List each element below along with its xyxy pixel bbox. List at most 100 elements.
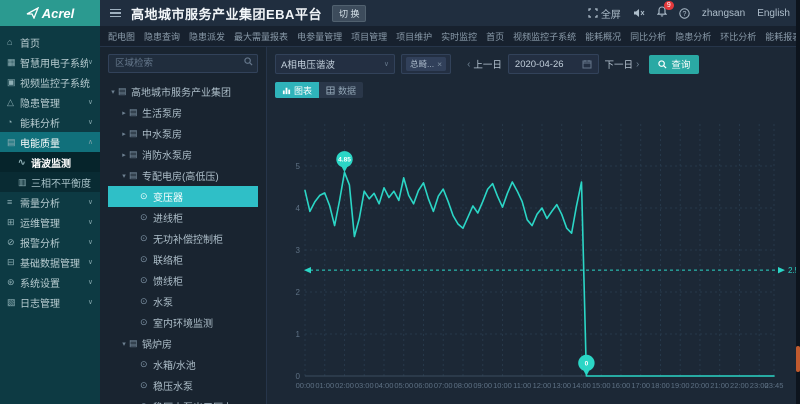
chevron-icon: ∨ [88,58,93,66]
tab-项目维护[interactable]: 项目维护 [396,30,432,43]
tree-node-进线柜[interactable]: ⊙进线柜 [108,207,258,228]
x-tick-label: 18:00 [651,381,670,390]
tree-node-稳压水泵[interactable]: ⊙稳压水泵 [108,375,258,396]
date-picker[interactable]: 2020-04-26 [508,54,599,74]
chevron-icon: ∨ [88,278,93,286]
tree-expand-icon[interactable]: ▾ [108,88,118,96]
base-data-icon: ⊟ [7,257,20,268]
x-tick-label: 10:00 [493,381,512,390]
sidebar-item-电能质量[interactable]: ▤电能质量∧ [0,132,100,152]
tab-实时监控[interactable]: 实时监控 [441,30,477,43]
help-button[interactable]: ? [679,8,690,19]
x-tick-label: 05:00 [394,381,413,390]
line-chart-svg[interactable]: 01234500:0001:0002:0003:0004:0005:0006:0… [275,98,800,398]
scrollbar-thumb[interactable] [796,346,800,372]
fullscreen-button[interactable]: 全屏 [588,6,621,21]
tree-node-稳压水泵出口压力[interactable]: ⊙稳压水泵出口压力 [108,396,258,404]
page-title: 高地城市服务产业集团EBA平台 [131,4,322,23]
username[interactable]: zhangsan [702,8,745,19]
tree-expand-icon[interactable]: ▾ [119,340,129,348]
tab-能耗概况[interactable]: 能耗概况 [585,30,621,43]
tree-node-室内环境监测[interactable]: ⊙室内环境监测 [108,312,258,333]
sidebar-item-需量分析[interactable]: ≡需量分析∨ [0,192,100,212]
tab-视频监控子系统[interactable]: 视频监控子系统 [513,30,576,43]
marker-value-label: 0 [585,360,589,367]
tree-node-变压器[interactable]: ⊙变压器 [108,186,258,207]
data-view-button[interactable]: 数据 [319,82,363,98]
sidebar-subitem-谐波监测[interactable]: ∿谐波监测 [0,152,100,172]
chevron-icon: ∨ [88,98,93,106]
chart-view-label: 图表 [294,84,312,97]
sidebar-item-运维管理[interactable]: ⊞运维管理∨ [0,212,100,232]
sidebar-item-日志管理[interactable]: ▧日志管理∨ [0,292,100,312]
region-search-input[interactable] [108,54,258,73]
x-tick-label: 13:00 [552,381,571,390]
tree-node-锅炉房[interactable]: ▾▤锅炉房 [108,333,258,354]
tab-隐患分析[interactable]: 隐患分析 [675,30,711,43]
acrel-logo[interactable]: Acrel [0,0,100,26]
tree-node-消防水泵房[interactable]: ▸▤消防水泵房 [108,144,258,165]
tab-能耗报表[interactable]: 能耗报表 [765,30,800,43]
tree-expand-icon[interactable]: ▸ [119,130,129,138]
tree-node-水泵[interactable]: ⊙水泵 [108,291,258,312]
sidebar-item-报警分析[interactable]: ⊘报警分析∨ [0,232,100,252]
switch-button[interactable]: 切 换 [332,5,367,22]
chevron-icon: ∨ [88,238,93,246]
tree-node-label: 稳压水泵 [153,378,193,393]
tree-node-无功补偿控制柜[interactable]: ⊙无功补偿控制柜 [108,228,258,249]
x-tick-label: 02:00 [335,381,354,390]
chart-view-button[interactable]: 图表 [275,82,319,98]
tab-隐患派发[interactable]: 隐患派发 [189,30,225,43]
sidebar-item-隐患管理[interactable]: △隐患管理∨ [0,92,100,112]
x-tick-label: 23:45 [765,381,784,390]
tree-node-高地城市服务产业集团[interactable]: ▾▤高地城市服务产业集团 [108,81,258,102]
tab-同比分析[interactable]: 同比分析 [630,30,666,43]
sidebar-item-智慧用电子系统[interactable]: ▦智慧用电子系统∨ [0,52,100,72]
language-switch[interactable]: English [757,8,790,19]
tree-node-label: 消防水泵房 [142,147,192,162]
sidebar-item-首页[interactable]: ⌂首页 [0,32,100,52]
harmonic-type-select[interactable]: A相电压谐波 ∨ [275,54,395,74]
menu-toggle-icon[interactable] [110,9,121,18]
tab-项目管理[interactable]: 项目管理 [351,30,387,43]
three-phase-icon: ▥ [18,177,31,188]
meter-icon: ⊙ [140,254,153,265]
mute-button[interactable] [633,8,645,18]
tree-expand-icon[interactable]: ▸ [119,151,129,159]
tree-node-label: 进线柜 [153,210,183,225]
tree-node-生活泵房[interactable]: ▸▤生活泵房 [108,102,258,123]
prev-day-button[interactable]: ‹ 上一日 [467,57,502,71]
sidebar-submenu: ∿谐波监测▥三相不平衡度 [0,152,100,192]
tag-close-icon[interactable]: × [437,59,442,69]
x-tick-label: 03:00 [355,381,374,390]
tree-expand-icon[interactable]: ▸ [119,109,129,117]
settings-gear-icon: ⊛ [7,277,20,288]
tree-node-馈线柜[interactable]: ⊙馈线柜 [108,270,258,291]
sidebar-item-系统设置[interactable]: ⊛系统设置∨ [0,272,100,292]
tree-node-中水泵房[interactable]: ▸▤中水泵房 [108,123,258,144]
chart-view-icon [282,86,291,95]
page-scrollbar[interactable] [796,0,800,404]
tab-环比分析[interactable]: 环比分析 [720,30,756,43]
tab-电参量管理[interactable]: 电参量管理 [297,30,342,43]
sidebar-item-基础数据管理[interactable]: ⊟基础数据管理∨ [0,252,100,272]
notifications-button[interactable]: 9 [657,6,667,20]
main-panel: A相电压谐波 ∨ 总畸... × ‹ 上一日 [267,47,800,404]
tab-最大需量报表[interactable]: 最大需量报表 [234,30,288,43]
x-tick-label: 08:00 [454,381,473,390]
query-button[interactable]: 查询 [649,55,699,74]
tab-隐患查询[interactable]: 隐患查询 [144,30,180,43]
sidebar-subitem-三相不平衡度[interactable]: ▥三相不平衡度 [0,172,100,192]
tree-node-专配电房(高低压)[interactable]: ▾▤专配电房(高低压) [108,165,258,186]
operations-icon: ⊞ [7,217,20,228]
metric-multiselect[interactable]: 总畸... × [401,54,451,74]
tab-配电图[interactable]: 配电图 [108,30,135,43]
sidebar-item-视频监控子系统[interactable]: ▣视频监控子系统 [0,72,100,92]
tab-首页[interactable]: 首页 [486,30,504,43]
tree-expand-icon[interactable]: ▾ [119,172,129,180]
tree-node-水箱/水池[interactable]: ⊙水箱/水池 [108,354,258,375]
topbar-right: 全屏 9 ? zhangsan English [588,6,790,21]
sidebar-item-能耗分析[interactable]: ◔能耗分析∨ [0,112,100,132]
tree-node-联络柜[interactable]: ⊙联络柜 [108,249,258,270]
next-day-button[interactable]: 下一日 › [605,57,640,71]
